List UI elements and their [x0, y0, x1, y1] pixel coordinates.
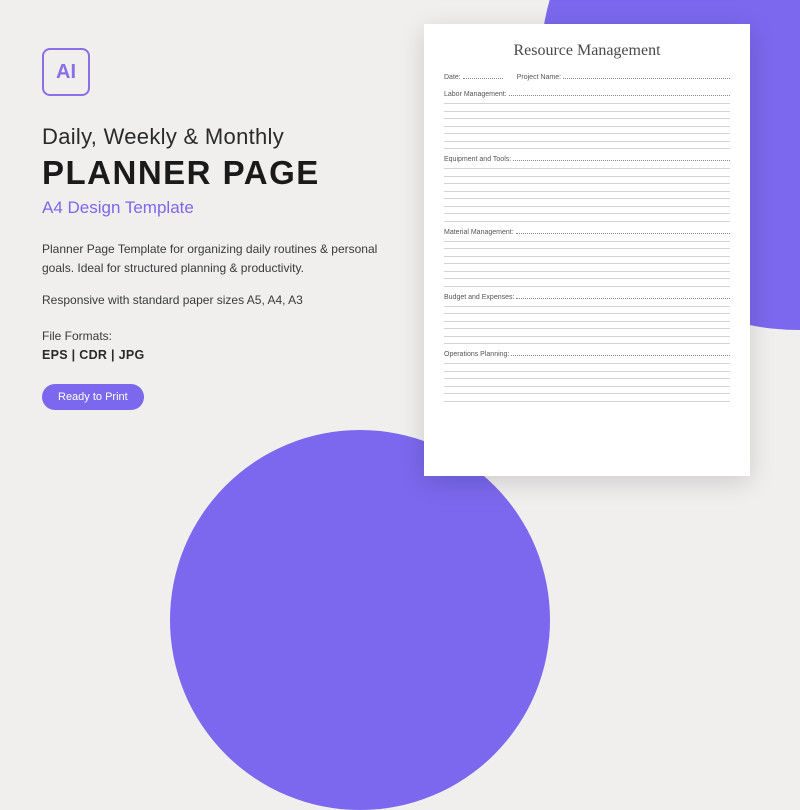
writing-line [444, 126, 730, 127]
section-lines [444, 361, 730, 402]
heading-main: PLANNER PAGE [42, 154, 412, 192]
writing-line [444, 213, 730, 214]
project-field: Project Name: [517, 72, 730, 81]
formats-list: EPS | CDR | JPG [42, 348, 412, 362]
planner-section: Budget and Expenses: [444, 292, 730, 345]
writing-line [444, 148, 730, 149]
writing-line [444, 263, 730, 264]
writing-line [444, 241, 730, 242]
section-dotted-line [513, 154, 730, 161]
section-label-text: Budget and Expenses: [444, 294, 514, 301]
description-text: Planner Page Template for organizing dai… [42, 240, 412, 277]
ready-to-print-badge: Ready to Print [42, 384, 144, 410]
date-label: Date: [444, 74, 461, 81]
writing-line [444, 221, 730, 222]
ai-badge-icon: AI [42, 48, 90, 96]
section-label-text: Equipment and Tools: [444, 156, 511, 163]
writing-line [444, 401, 730, 402]
section-dotted-line [516, 292, 730, 299]
section-label: Equipment and Tools: [444, 154, 730, 163]
writing-line [444, 103, 730, 104]
section-lines [444, 239, 730, 287]
responsive-text: Responsive with standard paper sizes A5,… [42, 293, 412, 307]
writing-line [444, 278, 730, 279]
writing-line [444, 363, 730, 364]
writing-line [444, 336, 730, 337]
ai-badge-label: AI [56, 61, 76, 84]
planner-section: Labor Management: [444, 89, 730, 149]
writing-line [444, 343, 730, 344]
writing-line [444, 141, 730, 142]
writing-line [444, 176, 730, 177]
writing-line [444, 393, 730, 394]
meta-row: Date: Project Name: [444, 72, 730, 81]
writing-line [444, 378, 730, 379]
section-label: Operations Planning: [444, 349, 730, 358]
writing-line [444, 313, 730, 314]
writing-line [444, 206, 730, 207]
writing-line [444, 191, 730, 192]
section-label-text: Operations Planning: [444, 351, 509, 358]
section-label: Budget and Expenses: [444, 292, 730, 301]
date-field: Date: [444, 72, 503, 81]
section-lines [444, 166, 730, 222]
writing-line [444, 286, 730, 287]
section-dotted-line [511, 349, 730, 356]
writing-line [444, 198, 730, 199]
writing-line [444, 328, 730, 329]
writing-line [444, 168, 730, 169]
writing-line [444, 306, 730, 307]
writing-line [444, 256, 730, 257]
writing-line [444, 111, 730, 112]
sections-container: Labor Management: Equipment and Tools: Mat… [444, 89, 730, 402]
writing-line [444, 386, 730, 387]
section-label: Material Management: [444, 227, 730, 236]
date-dotted-line [463, 72, 503, 79]
writing-line [444, 371, 730, 372]
section-label: Labor Management: [444, 89, 730, 98]
writing-line [444, 118, 730, 119]
section-dotted-line [509, 89, 730, 96]
project-dotted-line [563, 72, 730, 79]
page-title: Resource Management [444, 42, 730, 60]
project-label: Project Name: [517, 74, 561, 81]
writing-line [444, 321, 730, 322]
planner-section: Equipment and Tools: [444, 154, 730, 222]
writing-line [444, 183, 730, 184]
section-dotted-line [516, 227, 730, 234]
formats-label: File Formats: [42, 329, 412, 343]
section-label-text: Labor Management: [444, 91, 507, 98]
writing-line [444, 133, 730, 134]
section-label-text: Material Management: [444, 229, 514, 236]
background-shape-bottom [170, 430, 550, 810]
section-lines [444, 101, 730, 149]
writing-line [444, 248, 730, 249]
info-panel: AI Daily, Weekly & Monthly PLANNER PAGE … [42, 48, 412, 410]
section-lines [444, 304, 730, 345]
planner-section: Material Management: [444, 227, 730, 287]
subheading: A4 Design Template [42, 198, 412, 218]
planner-section: Operations Planning: [444, 349, 730, 402]
planner-page-preview: Resource Management Date: Project Name: … [424, 24, 750, 476]
writing-line [444, 271, 730, 272]
heading-kicker: Daily, Weekly & Monthly [42, 124, 412, 150]
